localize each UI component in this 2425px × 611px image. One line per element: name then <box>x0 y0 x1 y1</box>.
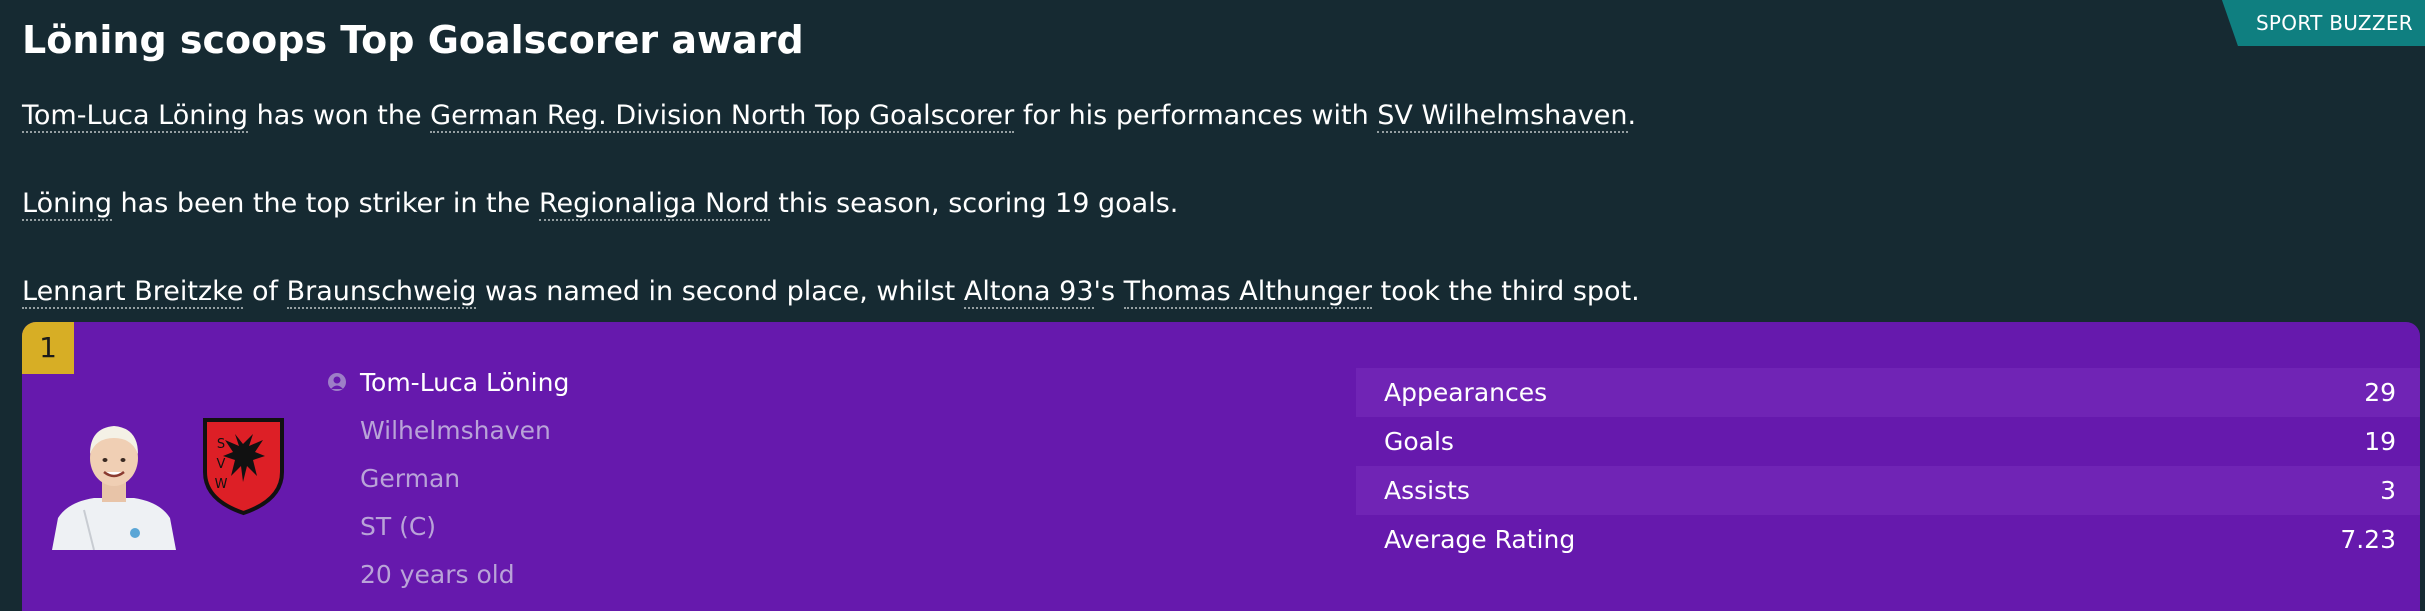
text: took the third spot. <box>1371 276 1640 307</box>
person-icon <box>328 373 346 391</box>
crest-letter: V <box>217 457 226 472</box>
text: was named in second place, whilst <box>476 276 964 307</box>
text: this season, scoring 19 goals. <box>769 188 1179 219</box>
stat-value: 19 <box>2364 427 2396 456</box>
player-name[interactable]: Tom-Luca Löning <box>360 368 569 397</box>
third-club-link[interactable]: Altona 93 <box>963 276 1094 309</box>
news-paragraph-3: Lennart Breitzke of Braunschweig was nam… <box>22 276 1640 309</box>
text: . <box>1627 100 1637 131</box>
club-crest[interactable]: S V W <box>201 416 286 516</box>
stat-label: Goals <box>1384 427 1454 456</box>
text: for his performances with <box>1014 100 1378 131</box>
award-winner-card: 1 S V W Tom-Luca Löning Wilhelmshaven Ge… <box>22 322 2420 611</box>
stat-value: 29 <box>2364 378 2396 407</box>
stat-row: Goals 19 <box>1356 417 2420 466</box>
stat-value: 7.23 <box>2340 525 2396 554</box>
player-link[interactable]: Tom-Luca Löning <box>22 100 249 133</box>
player-age: 20 years old <box>360 559 515 589</box>
stat-label: Average Rating <box>1384 525 1576 554</box>
second-player-link[interactable]: Lennart Breitzke <box>22 276 244 309</box>
text: has been the top striker in the <box>111 188 539 219</box>
source-badge: SPORT BUZZER <box>2221 0 2425 46</box>
age-row: 20 years old <box>327 550 569 598</box>
player-club[interactable]: Wilhelmshaven <box>327 416 551 445</box>
player-link[interactable]: Löning <box>22 188 112 221</box>
stat-row: Assists 3 <box>1356 466 2420 515</box>
text: 's <box>1093 276 1124 307</box>
stat-row: Appearances 29 <box>1356 368 2420 417</box>
club-link[interactable]: SV Wilhelmshaven <box>1377 100 1628 133</box>
text: has won the <box>248 100 431 131</box>
rank-badge: 1 <box>22 322 74 374</box>
league-link[interactable]: Regionaliga Nord <box>538 188 770 221</box>
third-player-link[interactable]: Thomas Althunger <box>1123 276 1372 309</box>
crest-letter: S <box>217 437 225 452</box>
player-nationality: German <box>360 463 461 493</box>
season-stats: Appearances 29 Goals 19 Assists 3 Averag… <box>1356 368 2420 564</box>
second-club-link[interactable]: Braunschweig <box>286 276 477 309</box>
stat-label: Assists <box>1384 476 1470 505</box>
player-name-row[interactable]: Tom-Luca Löning <box>327 358 569 406</box>
news-paragraph-1: Tom-Luca Löning has won the German Reg. … <box>22 100 1637 133</box>
stat-label: Appearances <box>1384 378 1548 407</box>
news-paragraph-2: Löning has been the top striker in the R… <box>22 188 1179 221</box>
award-link[interactable]: German Reg. Division North Top Goalscore… <box>430 100 1015 133</box>
crest-letter: W <box>215 477 228 492</box>
text: of <box>243 276 287 307</box>
nationality-row: German <box>327 454 569 502</box>
player-info: Tom-Luca Löning Wilhelmshaven German ST … <box>327 358 569 598</box>
news-headline: Löning scoops Top Goalscorer award <box>22 18 804 62</box>
player-photo[interactable] <box>44 410 184 550</box>
stat-value: 3 <box>2380 476 2396 505</box>
player-position: ST (C) <box>360 511 437 541</box>
position-row: ST (C) <box>327 502 569 550</box>
club-row: Wilhelmshaven <box>327 406 569 454</box>
stat-row: Average Rating 7.23 <box>1356 515 2420 564</box>
